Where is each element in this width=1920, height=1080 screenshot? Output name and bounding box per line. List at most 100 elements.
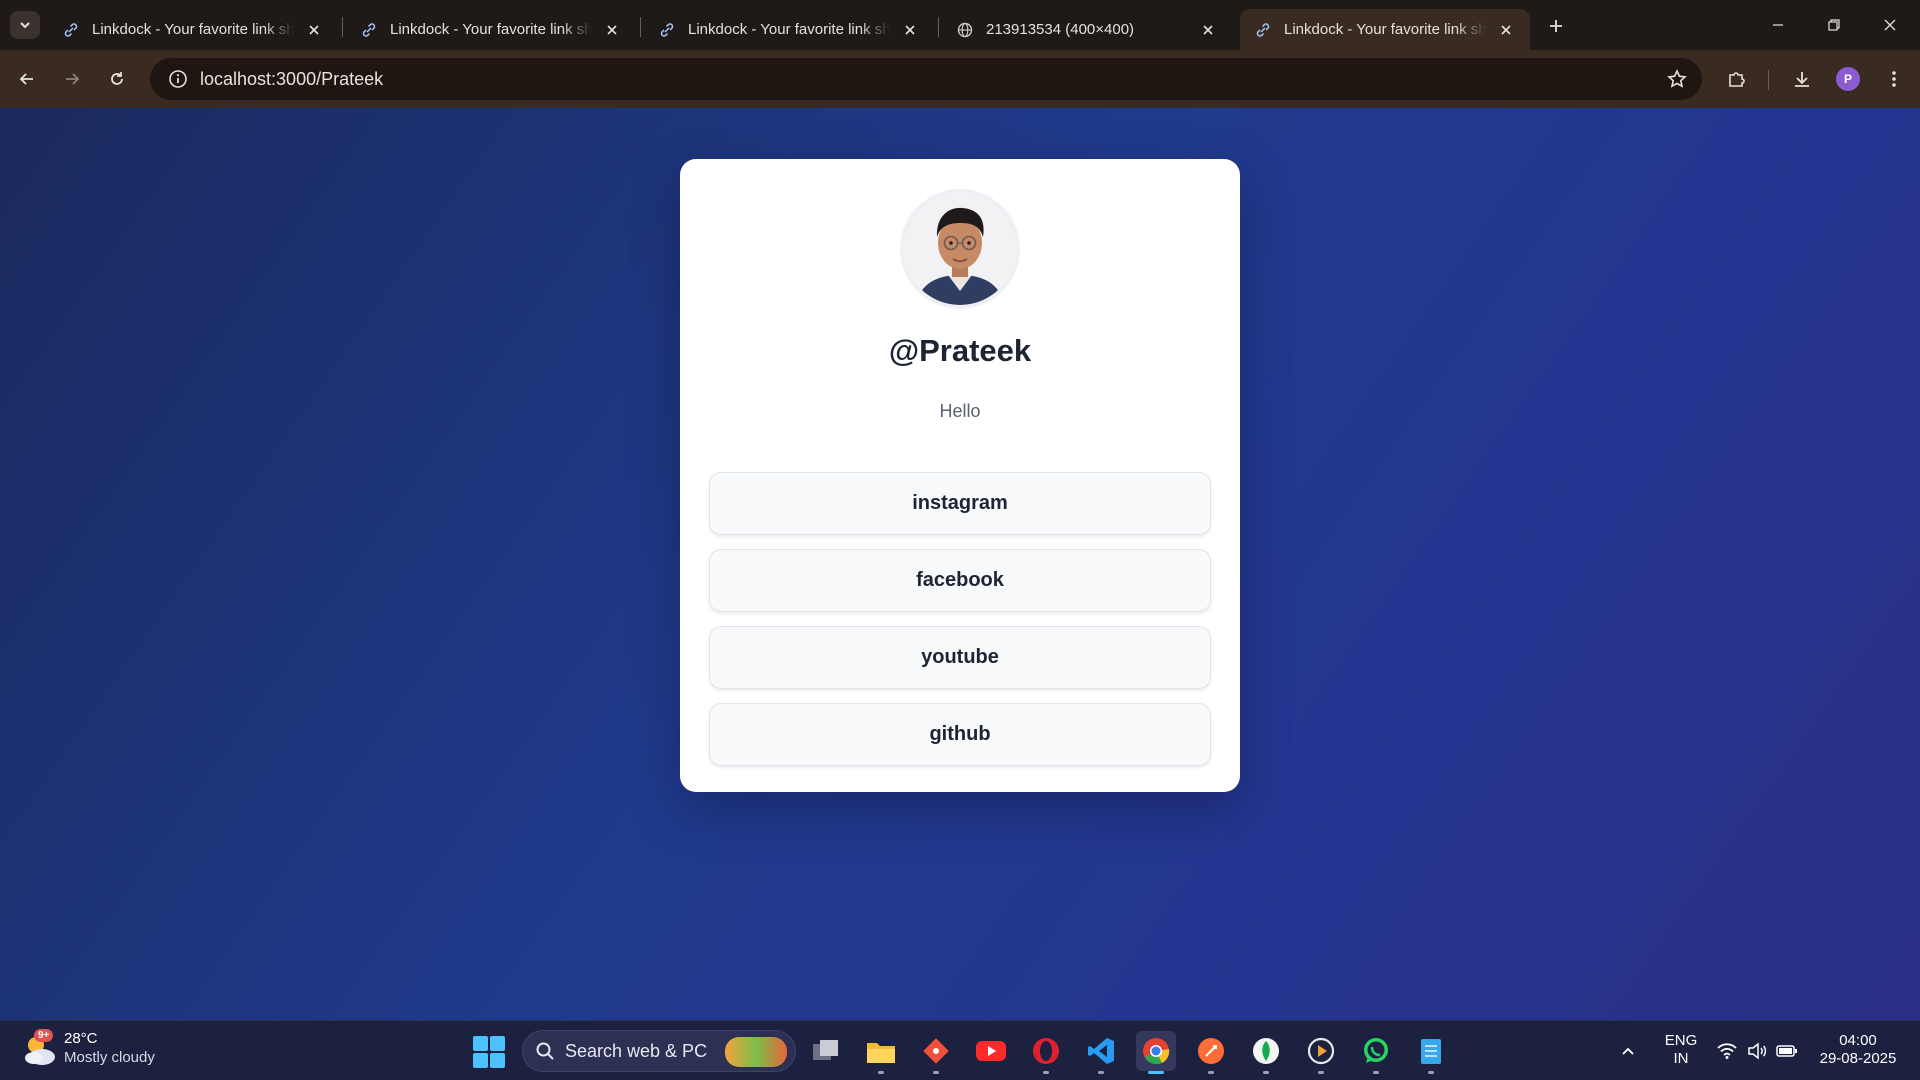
close-icon[interactable] (1198, 20, 1218, 40)
app-running-indicator (933, 1071, 939, 1074)
youtube-app[interactable] (971, 1031, 1011, 1071)
windows-logo-tile (473, 1036, 488, 1051)
restore-button[interactable] (1806, 0, 1862, 50)
opera-icon (1033, 1038, 1059, 1064)
reload-button[interactable] (101, 63, 133, 95)
minimize-button[interactable] (1750, 0, 1806, 50)
search-highlight-image (725, 1037, 787, 1067)
weather-badge: 9+ (34, 1029, 54, 1042)
opera-app[interactable] (1026, 1031, 1066, 1074)
tab-search-button[interactable] (10, 11, 40, 39)
volume-status[interactable] (1742, 1031, 1772, 1071)
tab-linkdock-3[interactable]: Linkdock - Your favorite link sha (644, 9, 934, 50)
battery-charging-icon (1776, 1045, 1797, 1057)
globe-icon (956, 21, 974, 39)
weather-temperature: 28°C (64, 1030, 98, 1047)
tab-title: Linkdock - Your favorite link sha (1284, 21, 1486, 38)
weather-cloudy-icon: 9+ (20, 1029, 60, 1069)
region-code: IN (1673, 1050, 1689, 1067)
weather-widget[interactable]: 9+ 28°C Mostly cloudy (20, 1029, 155, 1069)
downloads-button[interactable] (1786, 63, 1818, 95)
site-info-icon[interactable] (156, 58, 200, 100)
search-icon (536, 1042, 554, 1060)
bookmark-star-icon[interactable] (1666, 68, 1688, 90)
profile-card: @Prateek Hello instagram facebook youtub… (680, 159, 1240, 792)
tab-divider (640, 17, 641, 37)
link-icon (360, 21, 378, 39)
page-viewport: @Prateek Hello instagram facebook youtub… (0, 108, 1920, 1020)
speaker-icon (1748, 1042, 1767, 1060)
notepad-app[interactable] (1411, 1031, 1451, 1074)
forward-button[interactable] (56, 63, 88, 95)
extensions-button[interactable] (1720, 63, 1752, 95)
tab-linkdock-active[interactable]: Linkdock - Your favorite link sha (1240, 9, 1530, 50)
more-vertical-icon (1892, 71, 1896, 87)
mongodb-compass-app[interactable] (1246, 1031, 1286, 1074)
task-view-app[interactable] (806, 1031, 846, 1071)
search-label: Search web & PC (565, 1040, 708, 1061)
browser-toolbar: localhost:3000/Prateek P (0, 50, 1920, 108)
chrome-app[interactable] (1136, 1031, 1176, 1074)
battery-status[interactable] (1772, 1031, 1802, 1071)
windows-logo-tile (473, 1053, 488, 1068)
menu-button[interactable] (1878, 63, 1910, 95)
play-circle-icon (1307, 1037, 1335, 1065)
close-icon (1884, 19, 1896, 31)
whatsapp-app[interactable] (1356, 1031, 1396, 1074)
postman-app[interactable] (1191, 1031, 1231, 1074)
show-hidden-icons-button[interactable] (1612, 1031, 1644, 1071)
link-button-github[interactable]: github (709, 703, 1211, 766)
download-icon (1795, 72, 1809, 87)
tab-title: Linkdock - Your favorite link sha (688, 21, 890, 38)
close-icon[interactable] (900, 20, 920, 40)
start-button[interactable] (473, 1036, 505, 1068)
toolbar-divider (1768, 70, 1769, 90)
link-icon (1254, 21, 1272, 39)
profile-bio: Hello (939, 401, 981, 421)
media-player-app[interactable] (1301, 1031, 1341, 1074)
vscode-icon (1088, 1038, 1114, 1064)
link-icon (658, 21, 676, 39)
language-code: ENG (1664, 1032, 1698, 1049)
chrome-icon (1143, 1038, 1170, 1065)
link-button-youtube[interactable]: youtube (709, 626, 1211, 689)
url-text[interactable]: localhost:3000/Prateek (200, 69, 383, 90)
puzzle-icon (1729, 72, 1745, 87)
app-running-indicator (1148, 1071, 1164, 1074)
close-icon[interactable] (1496, 20, 1516, 40)
tab-linkdock-1[interactable]: Linkdock - Your favorite link sha (48, 9, 338, 50)
notepad-icon (1421, 1039, 1441, 1064)
link-button-facebook[interactable]: facebook (709, 549, 1211, 612)
file-explorer-app[interactable] (861, 1031, 901, 1074)
address-bar[interactable]: localhost:3000/Prateek (150, 58, 1702, 100)
vscode-app[interactable] (1081, 1031, 1121, 1074)
git-icon (923, 1038, 949, 1064)
close-icon[interactable] (602, 20, 622, 40)
tab-strip: Linkdock - Your favorite link sha Linkdo… (0, 0, 1920, 50)
taskbar-search[interactable]: Search web & PC (522, 1030, 796, 1072)
app-running-indicator (1318, 1071, 1324, 1074)
task-view-icon (813, 1040, 838, 1060)
profile-handle: @Prateek (888, 333, 1032, 368)
app-running-indicator (1373, 1071, 1379, 1074)
close-icon[interactable] (304, 20, 324, 40)
language-indicator[interactable]: ENG IN (1656, 1032, 1706, 1068)
back-button[interactable] (11, 63, 43, 95)
tab-linkdock-2[interactable]: Linkdock - Your favorite link sha (346, 9, 636, 50)
close-window-button[interactable] (1862, 0, 1918, 50)
folder-icon (867, 1043, 895, 1063)
tab-divider (938, 17, 939, 37)
taskbar: 9+ 28°C Mostly cloudy Search web & PC EN… (0, 1020, 1920, 1080)
git-app[interactable] (916, 1031, 956, 1074)
clock[interactable]: 04:00 29-08-2025 (1808, 1032, 1908, 1068)
link-button-instagram[interactable]: instagram (709, 472, 1211, 535)
new-tab-button[interactable] (1542, 12, 1570, 40)
app-running-indicator (1428, 1071, 1434, 1074)
link-icon (62, 21, 80, 39)
chevron-up-icon (1622, 1047, 1634, 1055)
profile-avatar: P (1836, 67, 1860, 91)
wifi-status[interactable] (1712, 1031, 1742, 1071)
tab-image[interactable]: 213913534 (400×400) (942, 9, 1232, 50)
profile-button[interactable]: P (1832, 63, 1864, 95)
tab-title: 213913534 (400×400) (986, 21, 1135, 38)
